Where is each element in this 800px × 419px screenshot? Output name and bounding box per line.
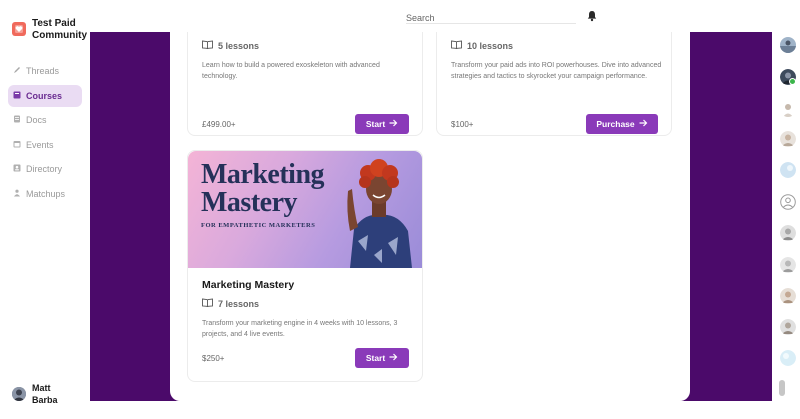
member-avatar[interactable] — [780, 101, 796, 117]
course-card[interactable]: 10 lessons Transform your paid ads into … — [436, 32, 672, 136]
matchups-icon — [13, 189, 21, 199]
bell-icon[interactable] — [586, 9, 598, 22]
member-avatar[interactable] — [780, 131, 796, 147]
left-sidebar: Test Paid Community Threads Courses Docs… — [0, 0, 90, 419]
sidebar-item-threads[interactable]: Threads — [8, 60, 82, 82]
course-card[interactable]: 5 lessons Learn how to build a powered e… — [187, 32, 423, 136]
sidebar-item-label: Docs — [26, 115, 47, 125]
document-icon — [13, 115, 21, 125]
lesson-count: 7 lessons — [202, 298, 259, 309]
sidebar-item-matchups[interactable]: Matchups — [8, 183, 82, 205]
member-avatar[interactable] — [780, 350, 796, 366]
lesson-count: 10 lessons — [451, 40, 513, 51]
search-input[interactable] — [406, 11, 576, 25]
start-button[interactable]: Start — [355, 348, 409, 368]
book-icon — [13, 91, 21, 101]
thumbnail-subtitle: FOR EMPATHETIC MARKETERS — [201, 222, 316, 229]
sidebar-item-docs[interactable]: Docs — [8, 109, 82, 131]
sidebar-item-label: Courses — [26, 90, 63, 101]
member-avatar[interactable] — [780, 257, 796, 273]
course-price: $250+ — [202, 354, 225, 363]
start-button[interactable]: Start — [355, 114, 409, 134]
sidebar-item-courses[interactable]: Courses — [8, 84, 82, 107]
course-description: Transform your paid ads into ROI powerho… — [451, 62, 662, 80]
button-label: Start — [365, 353, 386, 363]
sidebar-item-label: Matchups — [26, 188, 66, 199]
calendar-icon — [13, 140, 21, 150]
arrow-right-icon — [389, 119, 398, 129]
current-user[interactable]: Matt Barba — [12, 382, 72, 406]
member-avatar[interactable] — [780, 319, 796, 335]
course-thumbnail: Marketing Mastery FOR EMPATHETIC MARKETE… — [188, 151, 422, 268]
community-name: Test Paid Community — [32, 18, 87, 41]
sidebar-item-directory[interactable]: Directory — [8, 158, 82, 180]
course-price: £499.00+ — [202, 120, 236, 129]
course-card-marketing-mastery[interactable]: Marketing Mastery FOR EMPATHETIC MARKETE… — [187, 150, 423, 382]
open-book-icon — [451, 40, 462, 51]
course-description: Transform your marketing engine in 4 wee… — [202, 320, 398, 338]
search-box — [406, 8, 576, 25]
pencil-icon — [13, 66, 21, 76]
member-avatar[interactable] — [780, 162, 796, 178]
rail-scrollbar[interactable] — [779, 380, 785, 396]
lesson-count-label: 5 lessons — [218, 40, 260, 51]
user-name: Matt Barba — [32, 383, 58, 405]
arrow-right-icon — [639, 119, 648, 129]
member-avatar[interactable] — [780, 288, 796, 304]
button-label: Start — [365, 119, 386, 129]
sidebar-item-label: Events — [26, 139, 54, 150]
open-book-icon — [202, 298, 213, 309]
top-bar — [90, 0, 772, 32]
member-avatar-online[interactable] — [780, 69, 796, 85]
user-avatar — [12, 387, 26, 401]
button-label: Purchase — [596, 119, 635, 129]
arrow-right-icon — [389, 353, 398, 363]
lesson-count-label: 10 lessons — [467, 40, 514, 51]
member-avatar[interactable] — [780, 225, 796, 241]
sidebar-item-label: Threads — [26, 66, 60, 76]
course-description: Learn how to build a powered exoskeleton… — [202, 62, 380, 80]
directory-icon — [13, 164, 21, 174]
purchase-button[interactable]: Purchase — [586, 114, 658, 134]
sidebar-item-label: Directory — [26, 164, 63, 174]
placeholder-avatar-icon[interactable] — [780, 194, 796, 210]
sidebar-item-events[interactable]: Events — [8, 134, 82, 156]
open-book-icon — [202, 40, 213, 51]
community-brand[interactable]: Test Paid Community — [12, 18, 94, 42]
presenter-photo — [347, 159, 412, 268]
courses-panel: 5 lessons Learn how to build a powered e… — [170, 32, 690, 401]
sidebar-nav: Threads Courses Docs Events Directory Ma… — [8, 60, 82, 207]
heart-logo-icon — [12, 22, 26, 36]
course-price: $100+ — [451, 120, 474, 129]
lesson-count: 5 lessons — [202, 40, 259, 51]
course-title: Marketing Mastery — [202, 279, 295, 291]
lesson-count-label: 7 lessons — [218, 298, 260, 309]
member-avatar[interactable] — [780, 37, 796, 53]
thumbnail-title: Marketing Mastery — [201, 159, 325, 218]
